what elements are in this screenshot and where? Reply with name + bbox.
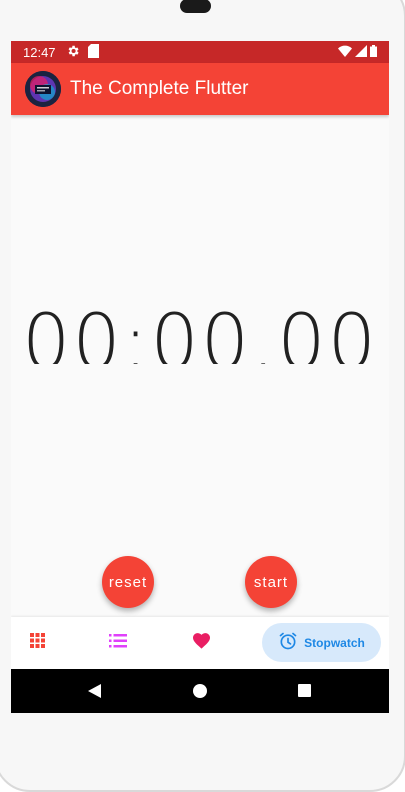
earpiece-speaker — [180, 0, 211, 13]
sd-card-icon — [88, 44, 99, 61]
nav-item-stopwatch-label: Stopwatch — [304, 635, 365, 650]
grid-icon — [29, 633, 45, 653]
home-icon[interactable] — [193, 684, 207, 703]
nav-item-grid[interactable] — [23, 617, 51, 669]
reset-button[interactable]: reset — [102, 556, 154, 608]
bottom-navigation: Stopwatch — [11, 617, 389, 669]
back-icon[interactable] — [88, 684, 102, 703]
signal-icon — [355, 45, 367, 60]
heart-icon — [192, 632, 211, 654]
app-bar: The Complete Flutter — [11, 63, 389, 115]
elapsed-time: 00:00.00 — [22, 297, 378, 364]
app-screen: 12:47 The Complete Flutter 00:00.00 rese… — [11, 41, 389, 713]
app-logo-avatar[interactable] — [25, 71, 61, 107]
settings-icon — [66, 44, 80, 61]
recents-icon[interactable] — [298, 684, 311, 702]
wifi-icon — [338, 45, 352, 60]
battery-icon — [370, 45, 377, 60]
nav-item-favorites[interactable] — [187, 617, 215, 669]
status-bar: 12:47 — [11, 41, 389, 63]
status-time: 12:47 — [23, 45, 56, 60]
alarm-clock-icon — [278, 631, 298, 654]
nav-item-list[interactable] — [104, 617, 132, 669]
list-icon — [109, 633, 127, 653]
stopwatch-display: 00:00.00 — [11, 284, 389, 364]
nav-item-stopwatch[interactable]: Stopwatch — [262, 623, 381, 662]
page-title: The Complete Flutter — [70, 78, 249, 99]
start-button[interactable]: start — [245, 556, 297, 608]
system-navigation-bar — [11, 669, 389, 713]
